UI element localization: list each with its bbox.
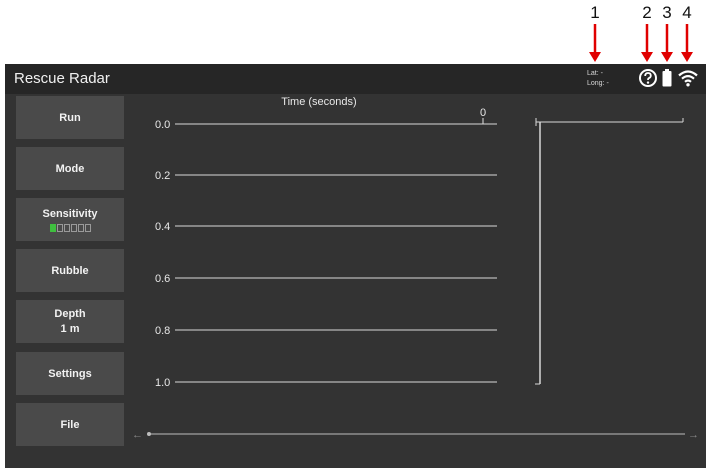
callout-1: 1 <box>585 4 605 62</box>
y-tick-group: 0.0 0.2 0.4 0.6 0.8 1.0 <box>155 119 497 389</box>
y-tick-label: 0.6 <box>155 273 170 285</box>
red-arrow-icon <box>589 24 601 62</box>
callout-number: 2 <box>642 3 652 22</box>
y-tick-label: 0.2 <box>155 170 170 182</box>
red-arrow-icon <box>681 24 693 62</box>
app-window: Rescue Radar Lat: - Long: - Run Mode Sen… <box>5 64 706 468</box>
callout-number: 1 <box>590 3 600 22</box>
callout-number: 3 <box>662 3 672 22</box>
scroll-left-arrow[interactable]: ← <box>132 429 143 441</box>
horizontal-scrollbar[interactable]: ← → <box>132 429 699 441</box>
top-marker-label: 0 <box>480 107 486 119</box>
scroll-right-arrow[interactable]: → <box>688 429 699 441</box>
plot-title: Time (seconds) <box>281 96 356 108</box>
callout-4: 4 <box>677 4 697 62</box>
red-arrow-icon <box>641 24 653 62</box>
radar-plot: Time (seconds) 0 0.0 0.2 0.4 0.6 0.8 1.0 <box>132 96 699 441</box>
trace-panel <box>535 118 684 385</box>
y-tick-label: 1.0 <box>155 377 170 389</box>
scroll-thumb[interactable] <box>147 432 151 436</box>
red-arrow-icon <box>661 24 673 62</box>
y-tick-label: 0.4 <box>155 221 170 233</box>
y-tick-label: 0.8 <box>155 325 170 337</box>
y-tick-label: 0.0 <box>155 119 170 131</box>
callout-number: 4 <box>682 3 692 22</box>
callout-3: 3 <box>657 4 677 62</box>
callout-2: 2 <box>637 4 657 62</box>
